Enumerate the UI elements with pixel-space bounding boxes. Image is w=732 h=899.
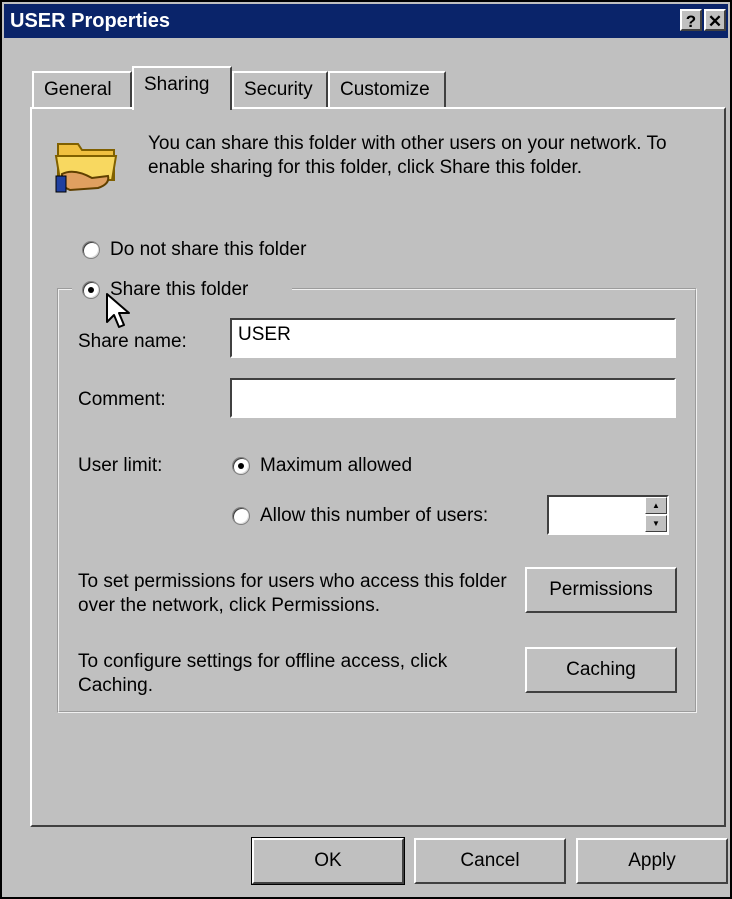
ok-button[interactable]: OK (251, 837, 405, 885)
tab-customize[interactable]: Customize (328, 71, 446, 107)
cancel-button[interactable]: Cancel (414, 838, 566, 884)
permissions-button[interactable]: Permissions (525, 567, 677, 613)
tab-security[interactable]: Security (232, 71, 328, 107)
permissions-description: To set permissions for users who access … (78, 571, 507, 616)
help-button[interactable]: ? (680, 9, 702, 31)
share-name-input[interactable]: USER (230, 318, 676, 358)
max-allowed-label: Maximum allowed (260, 455, 413, 476)
tab-general[interactable]: General (32, 71, 132, 107)
allow-number-option[interactable]: Allow this number of users: (232, 504, 488, 528)
apply-button[interactable]: Apply (576, 838, 728, 884)
max-allowed-option[interactable]: Maximum allowed (232, 454, 412, 478)
do-not-share-radio[interactable] (82, 240, 100, 259)
tab-sharing[interactable]: Sharing (132, 66, 232, 110)
spin-up-arrow-icon[interactable]: ▲ (645, 497, 667, 514)
comment-label: Comment: (78, 389, 166, 410)
properties-dialog: USER Properties ? ✕ General Sharing Secu… (0, 0, 732, 899)
do-not-share-label: Do not share this folder (110, 239, 307, 260)
close-button[interactable]: ✕ (704, 9, 726, 31)
max-allowed-radio[interactable] (232, 456, 250, 475)
mouse-pointer-icon (106, 293, 130, 328)
share-name-label: Share name: (78, 331, 187, 352)
user-limit-label: User limit: (78, 455, 163, 476)
share-radio[interactable] (82, 280, 100, 299)
allow-number-radio[interactable] (232, 506, 250, 525)
user-count-spinner[interactable]: ▲ ▼ (547, 495, 669, 535)
intro-text: You can share this folder with other use… (148, 133, 667, 178)
caching-description: To configure settings for offline access… (78, 651, 448, 696)
title-bar[interactable]: USER Properties ? ✕ (4, 4, 728, 38)
comment-input[interactable] (230, 378, 676, 418)
window-title: USER Properties (10, 10, 171, 32)
shared-folder-icon (54, 143, 118, 193)
do-not-share-option[interactable]: Do not share this folder (82, 238, 306, 262)
spin-down-arrow-icon[interactable]: ▼ (645, 515, 667, 532)
allow-number-label: Allow this number of users: (260, 505, 489, 526)
caching-button[interactable]: Caching (525, 647, 677, 693)
